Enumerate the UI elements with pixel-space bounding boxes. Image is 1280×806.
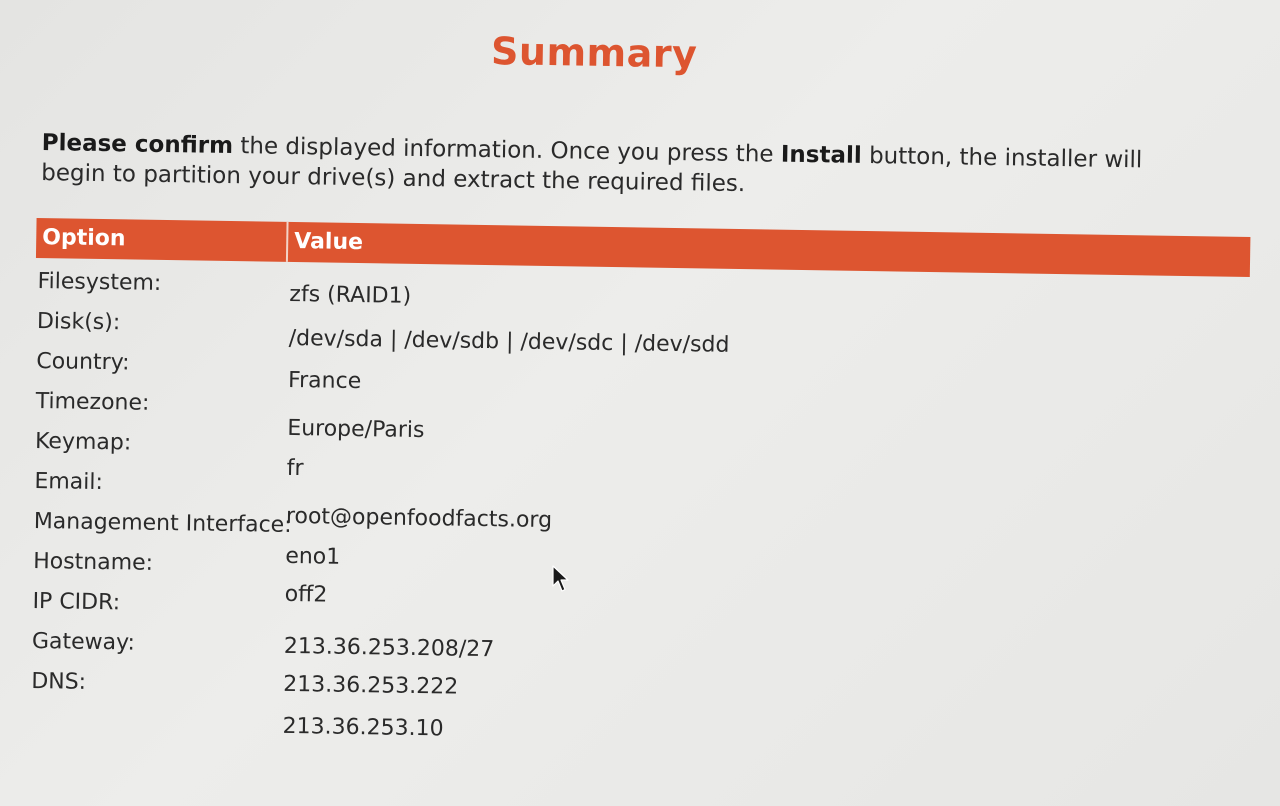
label-disks: Disk(s):: [36, 308, 121, 336]
value-disks: /dev/sda | /dev/sdb | /dev/sdc | /dev/sd…: [288, 325, 730, 358]
value-management-interface: eno1: [285, 543, 341, 570]
header-option: Option: [42, 225, 126, 252]
value-email: root@openfoodfacts.org: [285, 503, 553, 534]
intro-text: Please confirm the displayed information…: [41, 128, 1212, 206]
intro-bold-install: Install: [780, 141, 862, 169]
option-values: zfs (RAID1) /dev/sda | /dev/sdb | /dev/s…: [282, 282, 1190, 741]
intro-bold-confirm: Please confirm: [41, 130, 234, 160]
label-filesystem: Filesystem:: [37, 268, 162, 296]
value-gateway: 213.36.253.222: [283, 671, 459, 700]
option-labels: Filesystem: Disk(s): Country: Timezone: …: [31, 262, 292, 706]
mouse-pointer-icon: [552, 565, 569, 592]
label-keymap: Keymap:: [34, 428, 132, 456]
value-dns: 213.36.253.10: [282, 713, 444, 742]
value-keymap: fr: [286, 455, 304, 482]
page-title: Summary: [490, 29, 698, 77]
installer-screen: Summary Please confirm the displayed inf…: [0, 0, 1280, 806]
summary-table: Option Value Filesystem: Disk(s): Countr…: [31, 217, 1251, 741]
value-timezone: Europe/Paris: [287, 415, 425, 444]
label-ip-cidr: IP CIDR:: [32, 588, 121, 616]
label-email: Email:: [34, 468, 104, 496]
label-management-interface: Management Interface:: [33, 508, 292, 539]
header-value: Value: [285, 221, 1251, 278]
label-timezone: Timezone:: [35, 388, 150, 416]
label-hostname: Hostname:: [32, 548, 154, 576]
value-ip-cidr: 213.36.253.208/27: [283, 633, 495, 663]
summary-panel: Summary Please confirm the displayed inf…: [27, 0, 1255, 806]
value-filesystem: zfs (RAID1): [289, 281, 412, 309]
intro-text-part1: the displayed information. Once you pres…: [232, 133, 782, 168]
label-country: Country:: [36, 348, 130, 376]
label-dns: DNS:: [31, 668, 87, 695]
value-hostname: off2: [284, 581, 328, 608]
value-country: France: [287, 367, 362, 395]
label-gateway: Gateway:: [31, 628, 136, 656]
